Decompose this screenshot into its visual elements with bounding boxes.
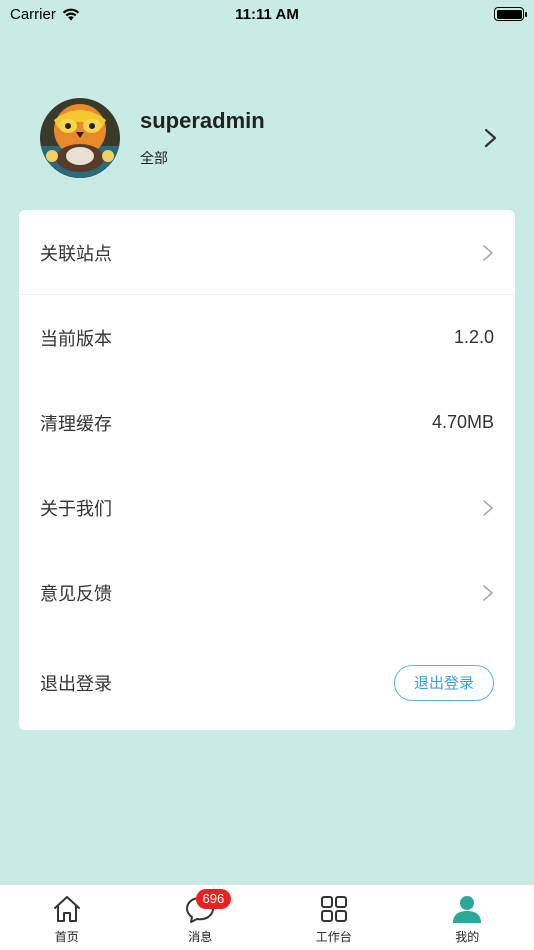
menu-item-about[interactable]: 关于我们	[19, 465, 515, 550]
profile-text: superadmin 全部	[140, 108, 480, 168]
home-icon	[53, 896, 80, 922]
clear-cache-label: 清理缓存	[40, 413, 112, 434]
tab-workbench[interactable]: 工作台	[267, 885, 401, 950]
logout-button[interactable]: 退出登录	[394, 664, 494, 701]
menu-item-feedback[interactable]: 意见反馈	[19, 550, 515, 635]
tab-messages[interactable]: 696 消息	[134, 885, 268, 950]
menu-item-clear-cache[interactable]: 清理缓存 4.70MB	[19, 380, 515, 465]
settings-card: 关联站点 当前版本 1.2.0 清理缓存 4.70MB 关于我们 意见反馈 退出…	[19, 210, 515, 730]
chevron-right-icon	[483, 244, 493, 261]
chevron-right-icon	[483, 499, 493, 516]
carrier-label: Carrier	[10, 5, 56, 23]
tab-workbench-label: 工作台	[315, 930, 352, 944]
person-icon	[453, 896, 482, 923]
version-label: 当前版本	[40, 328, 112, 349]
chevron-right-icon[interactable]	[480, 126, 500, 150]
related-sites-label: 关联站点	[40, 243, 112, 264]
version-value: 1.2.0	[453, 327, 494, 347]
avatar[interactable]	[40, 98, 120, 178]
menu-item-related-sites[interactable]: 关联站点	[19, 210, 515, 295]
status-time: 11:11 AM	[235, 5, 299, 23]
about-label: 关于我们	[40, 498, 112, 519]
status-left: Carrier	[10, 6, 80, 23]
tab-home[interactable]: 首页	[0, 885, 134, 950]
status-bar: Carrier 11:11 AM	[0, 0, 534, 28]
organization-label: 全部	[140, 150, 168, 166]
tab-mine[interactable]: 我的	[401, 885, 534, 950]
tab-home-label: 首页	[54, 930, 79, 944]
battery-icon	[494, 7, 527, 21]
logout-label: 退出登录	[40, 673, 112, 694]
wifi-icon	[62, 8, 80, 20]
tab-bar: 首页 696 消息 工作台 我的	[0, 884, 534, 950]
unread-badge: 696	[195, 889, 232, 909]
tab-mine-label: 我的	[455, 930, 480, 944]
tab-messages-label: 消息	[188, 930, 213, 944]
chevron-right-icon	[483, 584, 493, 601]
menu-item-logout: 退出登录 退出登录	[19, 640, 515, 725]
feedback-label: 意见反馈	[40, 583, 112, 604]
username: superadmin	[140, 108, 265, 133]
cache-size-value: 4.70MB	[431, 412, 494, 432]
profile-header[interactable]: superadmin 全部	[40, 98, 500, 178]
menu-item-version: 当前版本 1.2.0	[19, 295, 515, 380]
grid-icon	[320, 896, 347, 922]
